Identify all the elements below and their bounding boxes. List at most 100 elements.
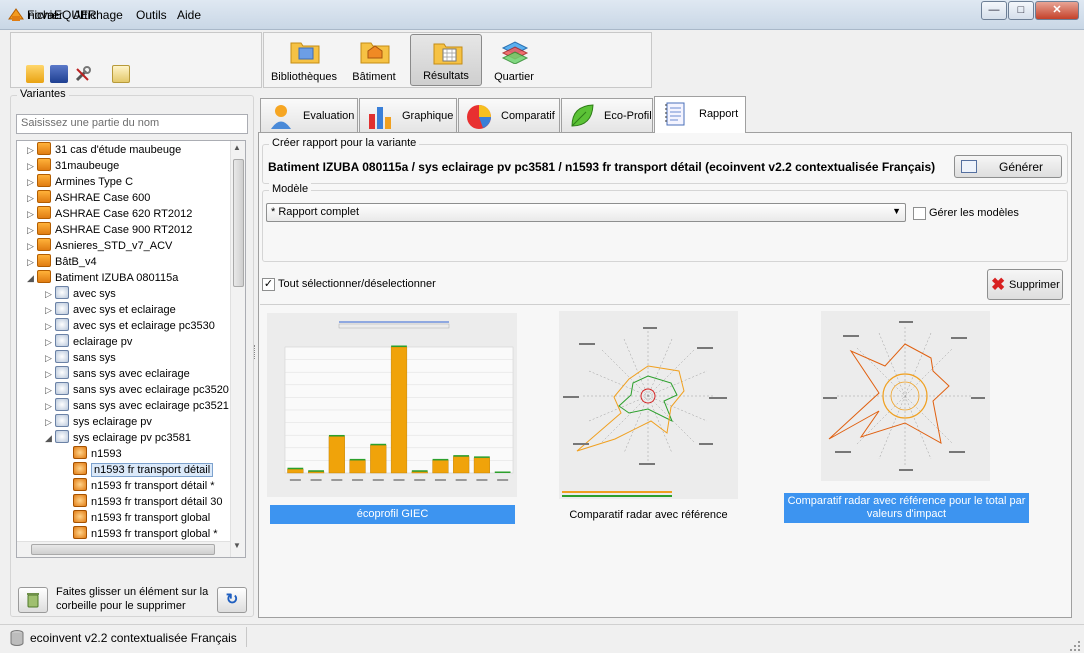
maximize-button[interactable]: □ bbox=[1008, 1, 1034, 20]
collapsed-arrow-icon[interactable]: ▷ bbox=[45, 382, 55, 398]
model-selected-value: * Rapport complet bbox=[271, 206, 360, 218]
tree-item[interactable]: n1593 fr transport détail 30 bbox=[63, 494, 222, 510]
thumbnail-label-radar-total[interactable]: Comparatif radar avec référence pour le … bbox=[784, 493, 1029, 523]
collapsed-arrow-icon[interactable]: ▷ bbox=[45, 334, 55, 350]
tab-rapport[interactable]: Rapport bbox=[654, 96, 746, 133]
collapsed-arrow-icon[interactable]: ▷ bbox=[27, 222, 37, 238]
tree-item[interactable]: n1593 fr transport global * bbox=[63, 526, 218, 542]
tree-item-label: 31maubeuge bbox=[55, 160, 120, 172]
panel-splitter[interactable] bbox=[254, 345, 257, 359]
menu-affichage[interactable]: Affichage bbox=[73, 8, 123, 22]
close-button[interactable]: ✕ bbox=[1035, 1, 1079, 20]
tab-evaluation[interactable]: Evaluation bbox=[260, 98, 358, 132]
libraries-button[interactable]: Bibliothèques bbox=[268, 34, 340, 86]
select-all-label: Tout sélectionner/déselectionner bbox=[278, 278, 436, 290]
building-icon bbox=[37, 142, 51, 155]
variant-search-input[interactable]: Saisissez une partie du nom bbox=[16, 114, 248, 134]
expanded-arrow-icon[interactable]: ◢ bbox=[27, 270, 37, 286]
tree-item[interactable]: ▷ Armines Type C bbox=[27, 174, 133, 190]
tab-comparatif[interactable]: Comparatif bbox=[458, 98, 560, 132]
new-variant-icon[interactable] bbox=[112, 65, 130, 83]
tree-item[interactable]: ▷ avec sys bbox=[45, 286, 116, 302]
collapsed-arrow-icon[interactable]: ▷ bbox=[45, 366, 55, 382]
tree-item[interactable]: ▷ 31 cas d'étude maubeuge bbox=[27, 142, 181, 158]
tools-icon[interactable] bbox=[74, 65, 92, 83]
tree-item[interactable]: ▷ avec sys et eclairage bbox=[45, 302, 176, 318]
tree-item[interactable]: ▷ sans sys avec eclairage bbox=[45, 366, 190, 382]
tree-item[interactable]: ▷ BâtB_v4 bbox=[27, 254, 97, 270]
thumbnail-ecoprofil-giec[interactable] bbox=[267, 313, 517, 497]
resize-grip-icon[interactable] bbox=[1068, 639, 1082, 653]
refresh-button[interactable]: ↻ bbox=[217, 587, 247, 613]
bar bbox=[328, 436, 345, 474]
tab-eco-profil[interactable]: Eco-Profil bbox=[561, 98, 653, 132]
results-button[interactable]: Résultats bbox=[410, 34, 482, 86]
tree-item[interactable]: ▷ ASHRAE Case 600 bbox=[27, 190, 150, 206]
tree-item[interactable]: ◢ Batiment IZUBA 080115a bbox=[27, 270, 178, 286]
collapsed-arrow-icon[interactable]: ▷ bbox=[27, 142, 37, 158]
menu-fichier[interactable]: Fichier bbox=[27, 8, 63, 22]
scroll-down-arrow-icon[interactable]: ▼ bbox=[233, 541, 243, 550]
tree-item[interactable]: n1593 fr transport détail * bbox=[63, 478, 215, 494]
model-select[interactable]: * Rapport complet ▼ bbox=[266, 203, 906, 222]
libraries-label: Bibliothèques bbox=[270, 71, 338, 83]
thumbnail-label-radar[interactable]: Comparatif radar avec référence bbox=[556, 509, 741, 521]
tree-item[interactable]: ▷ sans sys avec eclairage pc3521 bbox=[45, 398, 229, 414]
collapsed-arrow-icon[interactable]: ▷ bbox=[45, 350, 55, 366]
tree-item[interactable]: n1593 bbox=[63, 446, 122, 462]
thumbnail-label-ecoprofil[interactable]: écoprofil GIEC bbox=[270, 505, 515, 524]
manage-models-checkbox[interactable] bbox=[913, 207, 926, 220]
collapsed-arrow-icon[interactable]: ▷ bbox=[27, 158, 37, 174]
tab-graphique[interactable]: Graphique bbox=[359, 98, 457, 132]
thumbnail-radar-reference[interactable] bbox=[559, 311, 738, 499]
menu-aide[interactable]: Aide bbox=[177, 8, 201, 22]
scenario-icon bbox=[73, 510, 87, 523]
bar bbox=[432, 460, 449, 474]
tree-item-label: sans sys avec eclairage pc3520 bbox=[73, 384, 229, 396]
std-variant-icon bbox=[55, 414, 69, 427]
generate-button[interactable]: Générer bbox=[954, 155, 1062, 178]
std-variant-icon bbox=[55, 382, 69, 395]
tree-item[interactable]: ▷ eclairage pv bbox=[45, 334, 132, 350]
tree-horizontal-scrollbar[interactable] bbox=[17, 541, 230, 557]
collapsed-arrow-icon[interactable]: ▷ bbox=[27, 238, 37, 254]
collapsed-arrow-icon[interactable]: ▷ bbox=[45, 286, 55, 302]
tree-item[interactable]: ▷ ASHRAE Case 900 RT2012 bbox=[27, 222, 192, 238]
tree-item[interactable]: ▷ ASHRAE Case 620 RT2012 bbox=[27, 206, 192, 222]
collapsed-arrow-icon[interactable]: ▷ bbox=[27, 174, 37, 190]
tree-item[interactable]: ▷ avec sys et eclairage pc3530 bbox=[45, 318, 215, 334]
collapsed-arrow-icon[interactable]: ▷ bbox=[45, 414, 55, 430]
tree-item-label: 31 cas d'étude maubeuge bbox=[55, 144, 182, 156]
save-icon[interactable] bbox=[50, 65, 68, 83]
tree-item[interactable]: ◢ sys eclairage pv pc3581 bbox=[45, 430, 191, 446]
drag-hint-text: Faites glisser un élément sur la corbeil… bbox=[56, 586, 209, 612]
tree-hscroll-thumb[interactable] bbox=[31, 544, 215, 555]
tree-item[interactable]: ▷ sans sys avec eclairage pc3520 bbox=[45, 382, 229, 398]
variant-tree: ▷ 31 cas d'étude maubeuge ▷ 31maubeuge ▷ Armi… bbox=[16, 140, 246, 558]
collapsed-arrow-icon[interactable]: ▷ bbox=[45, 318, 55, 334]
collapsed-arrow-icon[interactable]: ▷ bbox=[45, 302, 55, 318]
scroll-up-arrow-icon[interactable]: ▲ bbox=[233, 143, 243, 152]
district-button[interactable]: Quartier bbox=[478, 34, 550, 86]
collapsed-arrow-icon[interactable]: ▷ bbox=[27, 190, 37, 206]
tree-item[interactable]: n1593 fr transport détail bbox=[63, 462, 214, 478]
open-folder-icon[interactable] bbox=[26, 65, 44, 83]
delete-button[interactable]: ✖ Supprimer bbox=[987, 269, 1063, 300]
tree-item[interactable]: n1593 fr transport global bbox=[63, 510, 210, 526]
thumbnail-radar-total[interactable] bbox=[821, 311, 990, 481]
tree-scroll-thumb[interactable] bbox=[233, 159, 244, 287]
tree-item[interactable]: ▷ sys eclairage pv bbox=[45, 414, 152, 430]
trash-button[interactable] bbox=[18, 587, 48, 613]
tree-vertical-scrollbar[interactable]: ▲ ▼ bbox=[230, 141, 245, 557]
building-button[interactable]: Bâtiment bbox=[338, 34, 410, 86]
expanded-arrow-icon[interactable]: ◢ bbox=[45, 430, 55, 446]
menu-outils[interactable]: Outils bbox=[136, 8, 167, 22]
tree-item[interactable]: ▷ 31maubeuge bbox=[27, 158, 119, 174]
tree-item[interactable]: ▷ sans sys bbox=[45, 350, 116, 366]
select-all-checkbox[interactable]: ✓ bbox=[262, 278, 275, 291]
collapsed-arrow-icon[interactable]: ▷ bbox=[27, 254, 37, 270]
minimize-button[interactable]: — bbox=[981, 1, 1007, 20]
tree-item[interactable]: ▷ Asnieres_STD_v7_ACV bbox=[27, 238, 172, 254]
collapsed-arrow-icon[interactable]: ▷ bbox=[45, 398, 55, 414]
collapsed-arrow-icon[interactable]: ▷ bbox=[27, 206, 37, 222]
